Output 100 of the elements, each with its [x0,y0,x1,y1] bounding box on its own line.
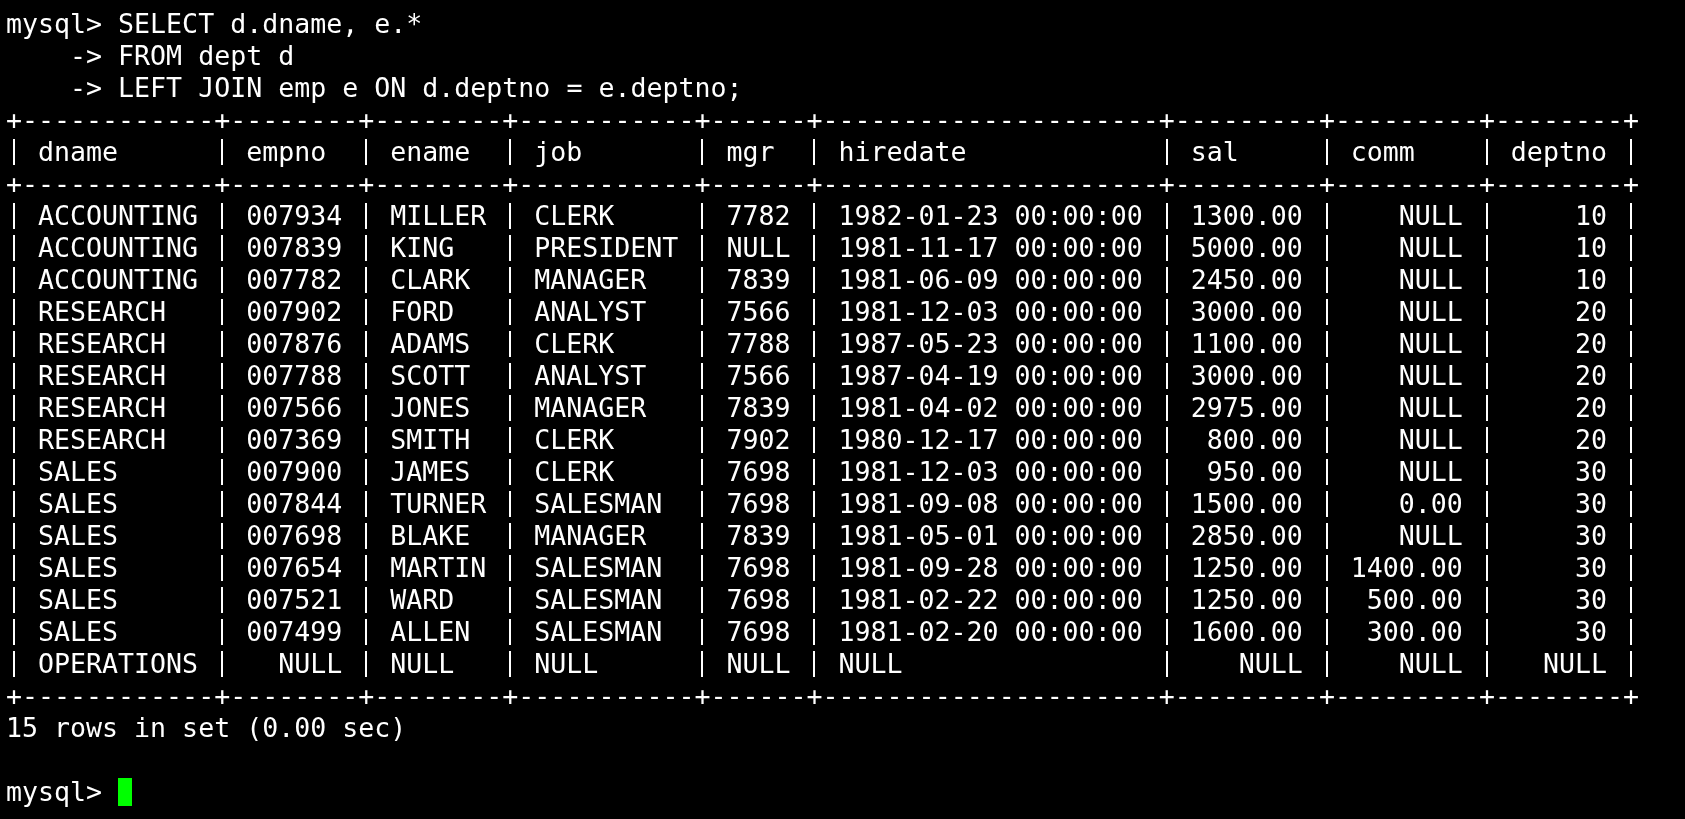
table-cell-text: MARTIN [389,552,488,584]
table-cell-text: NULL [1397,328,1464,360]
table-cell-text: JAMES [389,456,472,488]
table-cell-text: 007369 [245,424,344,456]
table-cell-text: 1981-05-01 00:00:00 [837,520,1144,552]
table-cell-text: 30 [1573,488,1608,520]
table-cell-text: SALESMAN [533,552,664,584]
column-header: comm [1349,136,1416,168]
table-cell-text: NULL [1397,232,1464,264]
table-cell-text: NULL [1397,360,1464,392]
table-cell-text: 1250.00 [1189,552,1304,584]
table-cell-text: 7698 [725,616,792,648]
table-cell-text: 7902 [725,424,792,456]
table-cell-text: MILLER [389,200,488,232]
table-cell-text: ANALYST [533,360,648,392]
table-cell-text: 1250.00 [1189,584,1304,616]
table-cell-text: SALESMAN [533,616,664,648]
table-cell-text: 1987-04-19 00:00:00 [837,360,1144,392]
table-cell-text: 20 [1573,392,1608,424]
table-cell-text: 1981-12-03 00:00:00 [837,296,1144,328]
table-cell-text: 1981-02-20 00:00:00 [837,616,1144,648]
table-cell-text: SALES [37,456,120,488]
table-cell-text: JONES [389,392,472,424]
table-cell-text: NULL [1397,424,1464,456]
table-cell-text: 10 [1573,200,1608,232]
table-cell-text: NULL [1397,392,1464,424]
table-cell-text: 007844 [245,488,344,520]
table-cell-text: CLERK [533,328,616,360]
table-cell-text: 300.00 [1365,616,1464,648]
table-cell-text: 1981-09-08 00:00:00 [837,488,1144,520]
table-cell-text: SALES [37,520,120,552]
table-cell-text: RESEARCH [37,328,168,360]
table-cell-text: NULL [1397,264,1464,296]
table-cell-text: MANAGER [533,264,648,296]
table-cell-text: RESEARCH [37,392,168,424]
table-cell-text: 1400.00 [1349,552,1464,584]
table-cell-text: SALES [37,584,120,616]
table-cell-text: KING [389,232,456,264]
table-cell-text: SALES [37,552,120,584]
table-cell-text: 007902 [245,296,344,328]
table-cell-text: ACCOUNTING [37,264,200,296]
table-cell-text: 007499 [245,616,344,648]
table-cell-text: SALES [37,616,120,648]
table-cell-text: 007521 [245,584,344,616]
table-cell-text: 7698 [725,488,792,520]
column-header: ename [389,136,472,168]
table-cell-text: ANALYST [533,296,648,328]
table-cell-text: MANAGER [533,392,648,424]
table-cell-text: 30 [1573,456,1608,488]
result-summary: 15 rows in set (0.00 sec) [6,712,407,744]
table-cell-text: 1100.00 [1189,328,1304,360]
column-header: mgr [725,136,776,168]
table-cell-text: 1300.00 [1189,200,1304,232]
table-cell-text: NULL [1237,648,1304,680]
column-header: dname [37,136,120,168]
table-cell-text: 500.00 [1365,584,1464,616]
table-cell-text: TURNER [389,488,488,520]
table-cell-text: 10 [1573,264,1608,296]
table-cell-text: SMITH [389,424,472,456]
table-cell-text: NULL [389,648,456,680]
table-cell-text: MANAGER [533,520,648,552]
table-cell-text: 007900 [245,456,344,488]
table-cell-text: ACCOUNTING [37,232,200,264]
table-cell-text: 3000.00 [1189,360,1304,392]
table-border-line: +------------+--------+--------+-----------+------+---------------------+---------+---------+--------+ [6,104,1640,136]
table-cell-text: 20 [1573,328,1608,360]
table-cell-text: 1987-05-23 00:00:00 [837,328,1144,360]
table-cell-text: 10 [1573,232,1608,264]
table-cell-text: 2450.00 [1189,264,1304,296]
table-cell-text: 7698 [725,552,792,584]
table-cell-text: SCOTT [389,360,472,392]
table-border-line: +------------+--------+--------+-----------+------+---------------------+---------+---------+--------+ [6,168,1640,200]
table-cell-text: RESEARCH [37,296,168,328]
table-cell-text: 1981-09-28 00:00:00 [837,552,1144,584]
table-cell-text: 007788 [245,360,344,392]
command-line: -> LEFT JOIN emp e ON d.deptno = e.deptno; [69,72,743,104]
table-cell-text: 1600.00 [1189,616,1304,648]
table-cell-text: ACCOUNTING [37,200,200,232]
table-cell-text: ALLEN [389,616,472,648]
column-header: empno [245,136,328,168]
table-cell-text: 0.00 [1397,488,1464,520]
table-cell-text: 1981-06-09 00:00:00 [837,264,1144,296]
table-cell-text: 1981-11-17 00:00:00 [837,232,1144,264]
table-cell-text: PRESIDENT [533,232,680,264]
table-cell-text: 1981-02-22 00:00:00 [837,584,1144,616]
table-cell-text: 1981-04-02 00:00:00 [837,392,1144,424]
table-cell-text: CLERK [533,424,616,456]
table-cell-text: 007782 [245,264,344,296]
table-cell-text: 7782 [725,200,792,232]
table-cell-text: 007876 [245,328,344,360]
table-cell-text: CLERK [533,456,616,488]
table-cell-text: FORD [389,296,456,328]
table-cell-text: 007839 [245,232,344,264]
command-line: -> FROM dept d [69,40,295,72]
table-cell-text: 20 [1573,424,1608,456]
table-cell-text: 1980-12-17 00:00:00 [837,424,1144,456]
table-cell-text: 7566 [725,360,792,392]
table-cell-text: 30 [1573,552,1608,584]
table-cell-text: 2975.00 [1189,392,1304,424]
prompt-text: mysql> [6,776,103,808]
